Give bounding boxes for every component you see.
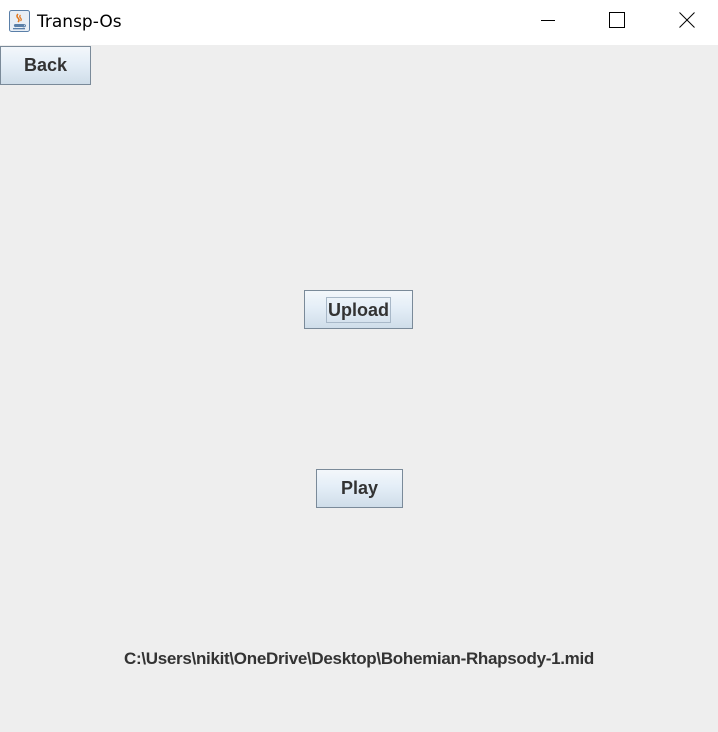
title-bar[interactable]: Transp-Os (0, 0, 718, 45)
window-title: Transp-Os (37, 12, 122, 32)
java-coffee-cup-icon (9, 10, 30, 32)
file-path-label: C:\Users\nikit\OneDrive\Desktop\Bohemian… (124, 649, 594, 668)
minimize-button[interactable] (525, 0, 571, 45)
maximize-icon (609, 12, 625, 33)
content-panel: Back Upload Play C:\Users\nikit\OneDrive… (0, 45, 718, 732)
upload-button-label: Upload (326, 296, 391, 323)
upload-button[interactable]: Upload (304, 290, 413, 329)
app-window: Transp-Os Back Upload Play C:\Users\niki… (0, 0, 718, 732)
minimize-icon (541, 13, 555, 32)
play-button[interactable]: Play (316, 469, 403, 508)
close-icon (679, 12, 695, 33)
maximize-button[interactable] (594, 0, 640, 45)
close-button[interactable] (664, 0, 710, 45)
back-button[interactable]: Back (0, 46, 91, 85)
